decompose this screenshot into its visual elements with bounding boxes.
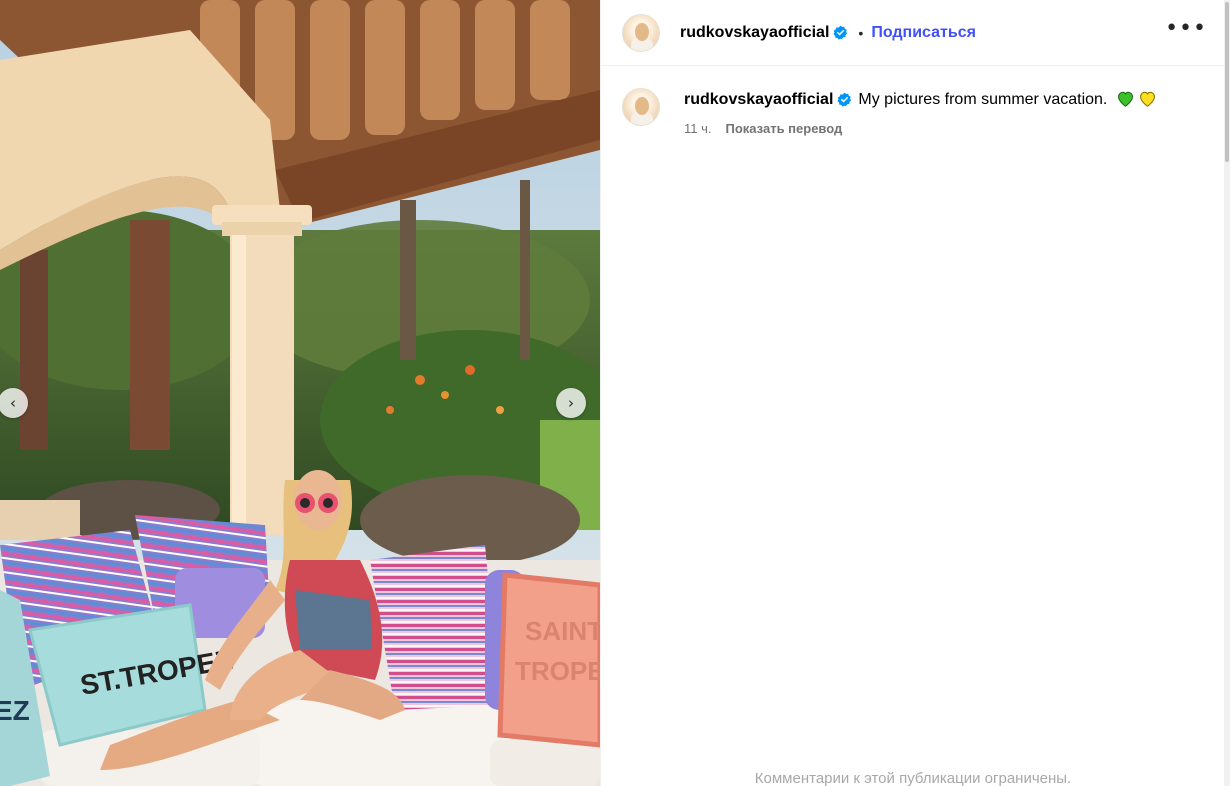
caption-message: My pictures from summer vacation. xyxy=(858,91,1108,108)
vacation-photo: ST.TROPEZ SAINT TROPEZ EZ xyxy=(0,0,600,786)
yellow-heart-icon xyxy=(1139,91,1155,107)
show-translation-button[interactable]: Показать перевод xyxy=(726,121,843,136)
instagram-post-view: ST.TROPEZ SAINT TROPEZ EZ ‹ xyxy=(0,0,1230,786)
caption-username[interactable]: rudkovskayaofficial xyxy=(684,91,833,108)
post-photo[interactable]: ST.TROPEZ SAINT TROPEZ EZ ‹ xyxy=(0,0,600,786)
caption-text-block: rudkovskayaofficial My pictures from summ… xyxy=(684,89,1204,111)
comments-disabled-notice: Комментарии к этой публикации ограничены… xyxy=(754,770,1072,786)
post-timestamp[interactable]: 11 ч. xyxy=(684,121,712,136)
follow-button[interactable]: Подписаться xyxy=(871,24,976,42)
scrollbar-thumb[interactable] xyxy=(1225,2,1229,162)
caption-verified-badge-icon xyxy=(837,92,852,107)
pillow-text-right-2: TROPEZ xyxy=(515,656,600,686)
author-username[interactable]: rudkovskayaofficial xyxy=(680,24,829,42)
chevron-left-icon: ‹ xyxy=(10,393,16,412)
separator-dot: • xyxy=(858,24,864,41)
caption-author-avatar[interactable] xyxy=(622,88,660,126)
more-options-icon[interactable]: ••• xyxy=(1165,18,1207,40)
verified-badge-icon xyxy=(833,25,848,40)
pillow-text-edge: EZ xyxy=(0,695,30,726)
side-panel-scrollbar[interactable] xyxy=(1224,0,1230,786)
carousel-next-button[interactable]: › xyxy=(556,388,586,418)
pillow-text-right-1: SAINT xyxy=(525,616,600,646)
post-side-panel: rudkovskayaofficial • Подписаться ••• ru… xyxy=(600,0,1230,786)
chevron-right-icon: › xyxy=(568,393,574,412)
author-avatar[interactable] xyxy=(622,13,660,52)
caption-meta: 11 ч. Показать перевод xyxy=(684,121,842,136)
green-heart-icon xyxy=(1117,91,1133,107)
post-header: rudkovskayaofficial • Подписаться ••• xyxy=(601,0,1225,66)
heart-emojis xyxy=(1116,90,1157,107)
